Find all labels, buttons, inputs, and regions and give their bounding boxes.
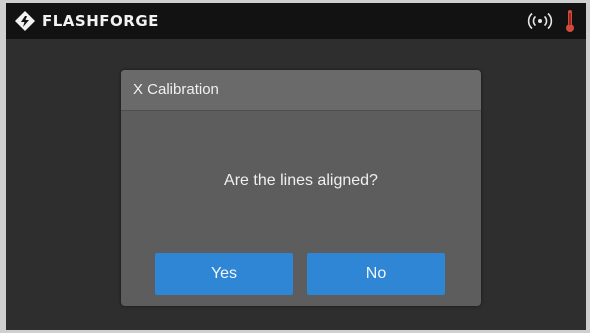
brand: FLASHFORGE	[14, 10, 159, 32]
thermometer-icon[interactable]	[564, 9, 576, 33]
printer-screen: FLASHFORGE X Calibration Are the lines a…	[6, 3, 586, 330]
no-button[interactable]: No	[307, 253, 445, 295]
brand-name: FLASHFORGE	[42, 12, 159, 30]
yes-button[interactable]: Yes	[155, 253, 293, 295]
status-icons	[526, 9, 576, 33]
dialog-header: X Calibration	[121, 70, 481, 111]
calibration-dialog: X Calibration Are the lines aligned? Yes…	[121, 70, 481, 306]
wifi-icon[interactable]	[526, 11, 554, 31]
dialog-title: X Calibration	[133, 81, 219, 98]
flashforge-logo-icon	[15, 11, 35, 31]
top-status-bar: FLASHFORGE	[6, 3, 586, 39]
dialog-message: Are the lines aligned?	[224, 172, 378, 189]
